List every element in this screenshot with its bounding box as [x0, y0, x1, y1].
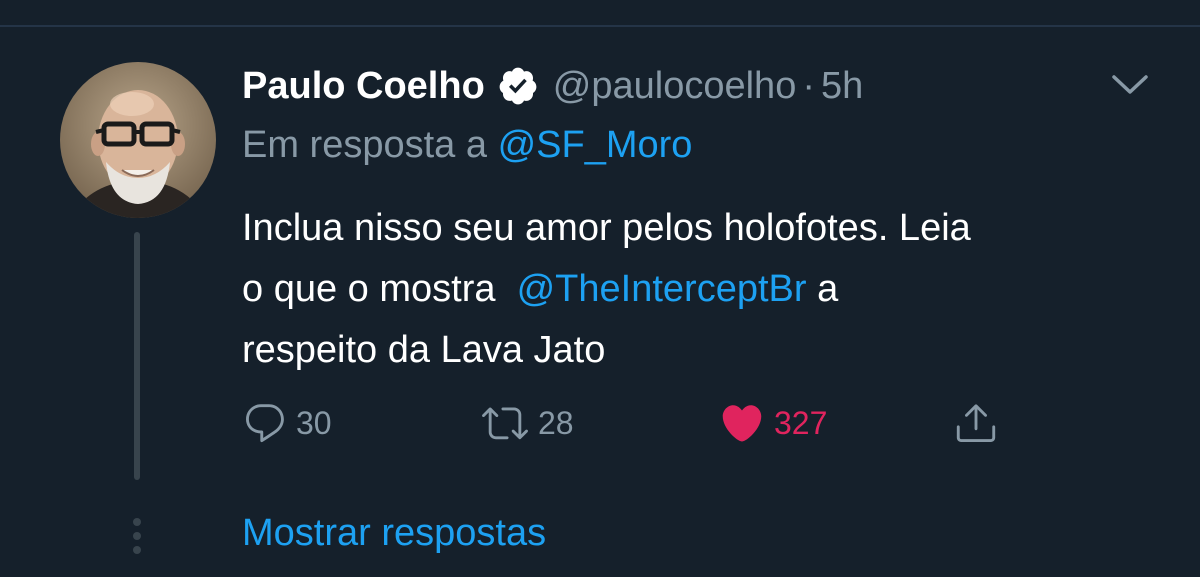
tweet-text-line: o que o mostra @TheInterceptBr a — [242, 259, 1162, 320]
retweet-icon — [482, 407, 528, 440]
tweet-header: Paulo Coelho @paulocoelho · 5h — [242, 58, 863, 114]
action-bar: 30 28 327 — [242, 396, 1022, 450]
header-separator: · — [802, 64, 815, 107]
avatar-photo — [60, 62, 216, 218]
thread-dot — [133, 546, 141, 554]
retweet-button[interactable]: 28 — [480, 396, 574, 450]
like-count: 327 — [774, 404, 828, 441]
reply-count: 30 — [296, 404, 332, 441]
show-replies-link[interactable]: Mostrar respostas — [242, 512, 546, 555]
tweet-text-segment: a — [817, 268, 839, 310]
tweet-text-line: Inclua nisso seu amor pelos holofotes. L… — [242, 207, 971, 249]
share-icon — [956, 404, 996, 443]
chevron-down-icon[interactable] — [1110, 72, 1150, 98]
retweet-count: 28 — [538, 404, 574, 441]
body-mention-link[interactable]: @TheInterceptBr — [517, 268, 807, 310]
share-button[interactable] — [952, 396, 1000, 450]
top-divider — [0, 25, 1200, 27]
tweet-text: Inclua nisso seu amor pelos holofotes. L… — [242, 198, 1162, 381]
reply-button[interactable]: 30 — [242, 396, 332, 450]
heart-icon — [722, 405, 762, 442]
author-handle[interactable]: @paulocoelho — [553, 65, 797, 108]
reply-prefix: Em resposta a — [242, 124, 487, 166]
reply-mention-link[interactable]: @SF_Moro — [498, 124, 693, 166]
reply-context: Em resposta a @SF_Moro — [242, 124, 692, 167]
reply-icon — [246, 404, 284, 443]
author-display-name[interactable]: Paulo Coelho — [242, 65, 485, 108]
tweet-text-line: respeito da Lava Jato — [242, 329, 606, 371]
verified-badge-icon — [497, 65, 539, 107]
like-button[interactable]: 327 — [718, 396, 827, 450]
tweet-timestamp[interactable]: 5h — [821, 65, 863, 108]
thread-dot — [133, 518, 141, 526]
thread-dot — [133, 532, 141, 540]
avatar[interactable] — [60, 62, 216, 218]
thread-dots — [131, 518, 143, 558]
tweet-text-segment: o que o mostra — [242, 268, 496, 310]
thread-line — [134, 232, 140, 480]
